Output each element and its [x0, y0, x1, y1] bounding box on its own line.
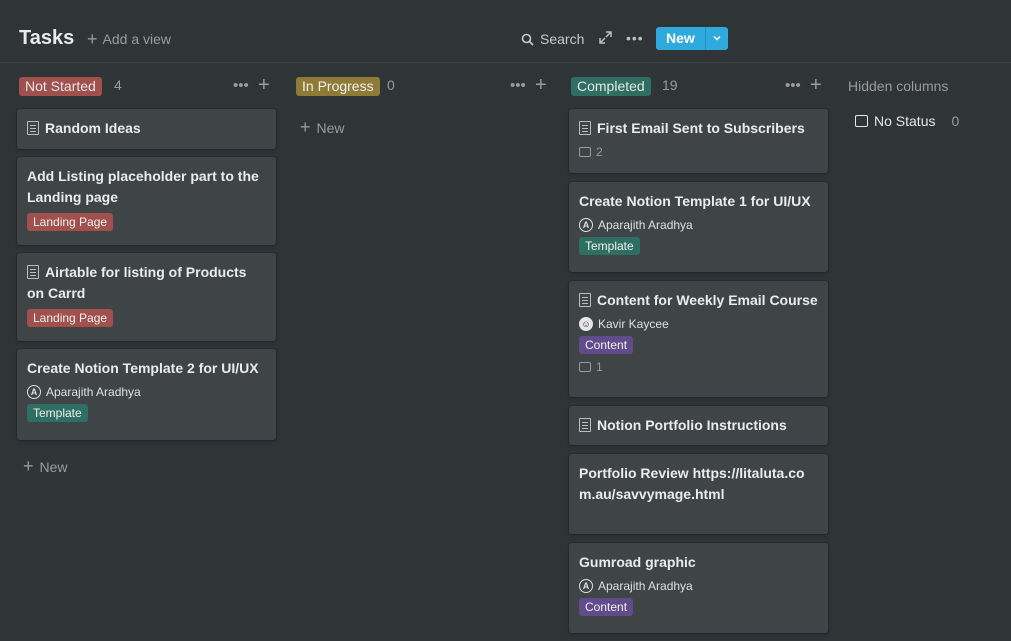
page-icon: [579, 293, 591, 307]
more-icon[interactable]: •••: [233, 77, 249, 94]
card-person: ☺ Kavir Kaycee: [579, 317, 818, 331]
avatar-icon: ☺: [579, 317, 593, 331]
no-status-group[interactable]: No Status 0: [855, 113, 959, 129]
card-title: Content for Weekly Email Course: [597, 292, 818, 308]
add-card-label: New: [39, 458, 68, 475]
board-card[interactable]: Gumroad graphic A Aparajith Aradhya Cont…: [569, 543, 828, 633]
column-header: In Progress 0 ••• +: [294, 74, 556, 98]
search-icon: [521, 33, 534, 46]
status-badge[interactable]: Not Started: [19, 77, 102, 96]
comment-count: 1: [596, 360, 603, 374]
board-card[interactable]: Airtable for listing of Products on Carr…: [17, 253, 276, 341]
card-comments: 2: [579, 145, 818, 159]
more-icon[interactable]: •••: [626, 30, 644, 46]
add-card-button[interactable]: + New: [23, 456, 68, 477]
more-icon[interactable]: •••: [785, 77, 801, 94]
board-card[interactable]: Content for Weekly Email Course ☺ Kavir …: [569, 281, 828, 397]
board-card[interactable]: Add Listing placeholder part to the Land…: [17, 157, 276, 245]
board-card[interactable]: Create Notion Template 1 for UI/UX A Apa…: [569, 182, 828, 272]
status-badge[interactable]: Completed: [571, 77, 651, 96]
no-status-label: No Status: [874, 113, 936, 129]
search-button[interactable]: Search: [521, 31, 584, 47]
comment-count: 2: [596, 145, 603, 159]
person-name: Aparajith Aradhya: [598, 218, 693, 232]
plus-icon[interactable]: +: [535, 74, 547, 97]
card-person: A Aparajith Aradhya: [579, 218, 818, 232]
page-icon: [579, 121, 591, 135]
plus-icon: +: [87, 29, 98, 49]
plus-icon[interactable]: +: [810, 74, 822, 97]
expand-icon[interactable]: [599, 31, 612, 47]
comment-icon: [579, 362, 591, 372]
plus-icon: +: [300, 117, 311, 137]
card-title: Gumroad graphic: [579, 554, 696, 570]
add-card-label: New: [316, 119, 345, 136]
column-count: 0: [387, 77, 395, 93]
plus-icon: +: [23, 456, 34, 476]
page-title: Tasks: [19, 27, 75, 49]
add-view-label: Add a view: [102, 31, 171, 47]
board-card[interactable]: Notion Portfolio Instructions: [569, 406, 828, 445]
avatar-icon: A: [27, 385, 41, 399]
person-name: Aparajith Aradhya: [598, 579, 693, 593]
card-person: A Aparajith Aradhya: [579, 579, 818, 593]
page-icon: [27, 121, 39, 135]
column-count: 4: [114, 77, 122, 93]
more-icon[interactable]: •••: [510, 77, 526, 94]
status-badge[interactable]: In Progress: [296, 77, 380, 96]
card-tag: Content: [579, 598, 634, 616]
column-count: 19: [662, 77, 678, 93]
card-person: A Aparajith Aradhya: [27, 385, 266, 399]
card-tag: Landing Page: [27, 309, 114, 327]
column-completed: Completed 19 ••• + First Email Sent to S…: [569, 74, 831, 639]
card-tag: Template: [579, 237, 640, 255]
top-bar: Tasks + Add a view Search ••• New: [0, 0, 1011, 63]
card-title: Notion Portfolio Instructions: [597, 417, 787, 433]
card-title: Create Notion Template 1 for UI/UX: [579, 193, 811, 209]
comment-icon: [579, 147, 591, 157]
column-header: Not Started 4 ••• +: [17, 74, 279, 98]
card-title: Create Notion Template 2 for UI/UX: [27, 360, 259, 376]
hidden-columns-title: Hidden columns: [848, 78, 949, 94]
plus-icon[interactable]: +: [258, 74, 270, 97]
card-tag: Content: [579, 336, 634, 354]
avatar-icon: A: [579, 218, 593, 232]
card-title: Airtable for listing of Products on Carr…: [27, 264, 247, 301]
add-view-button[interactable]: + Add a view: [87, 29, 171, 49]
page-icon: [579, 418, 591, 432]
board-card[interactable]: First Email Sent to Subscribers 2: [569, 109, 828, 173]
card-title: Portfolio Review https://litaluta.com.au…: [579, 465, 805, 502]
card-comments: 1: [579, 360, 818, 374]
column-in-progress: In Progress 0 ••• + + New: [294, 74, 556, 154]
column-header: Completed 19 ••• +: [569, 74, 831, 98]
search-label: Search: [540, 31, 585, 47]
card-title: First Email Sent to Subscribers: [597, 120, 805, 136]
chevron-down-icon[interactable]: [704, 27, 728, 50]
card-title: Add Listing placeholder part to the Land…: [27, 168, 259, 205]
person-name: Aparajith Aradhya: [46, 385, 141, 399]
page-icon: [27, 265, 39, 279]
board-card[interactable]: Portfolio Review https://litaluta.com.au…: [569, 454, 828, 534]
board-card[interactable]: Random Ideas: [17, 109, 276, 149]
new-button-group: New: [656, 27, 728, 50]
add-card-button[interactable]: + New: [300, 117, 345, 138]
board-card[interactable]: Create Notion Template 2 for UI/UX A Apa…: [17, 349, 276, 440]
card-tag: Landing Page: [27, 213, 114, 231]
card-title: Random Ideas: [45, 120, 141, 136]
person-name: Kavir Kaycee: [598, 317, 669, 331]
new-button[interactable]: New: [656, 27, 705, 50]
no-status-count: 0: [951, 113, 960, 129]
column-not-started: Not Started 4 ••• + Random Ideas Add Lis…: [17, 74, 279, 494]
avatar-icon: A: [579, 579, 593, 593]
inbox-icon: [855, 115, 868, 127]
card-tag: Template: [27, 404, 88, 422]
